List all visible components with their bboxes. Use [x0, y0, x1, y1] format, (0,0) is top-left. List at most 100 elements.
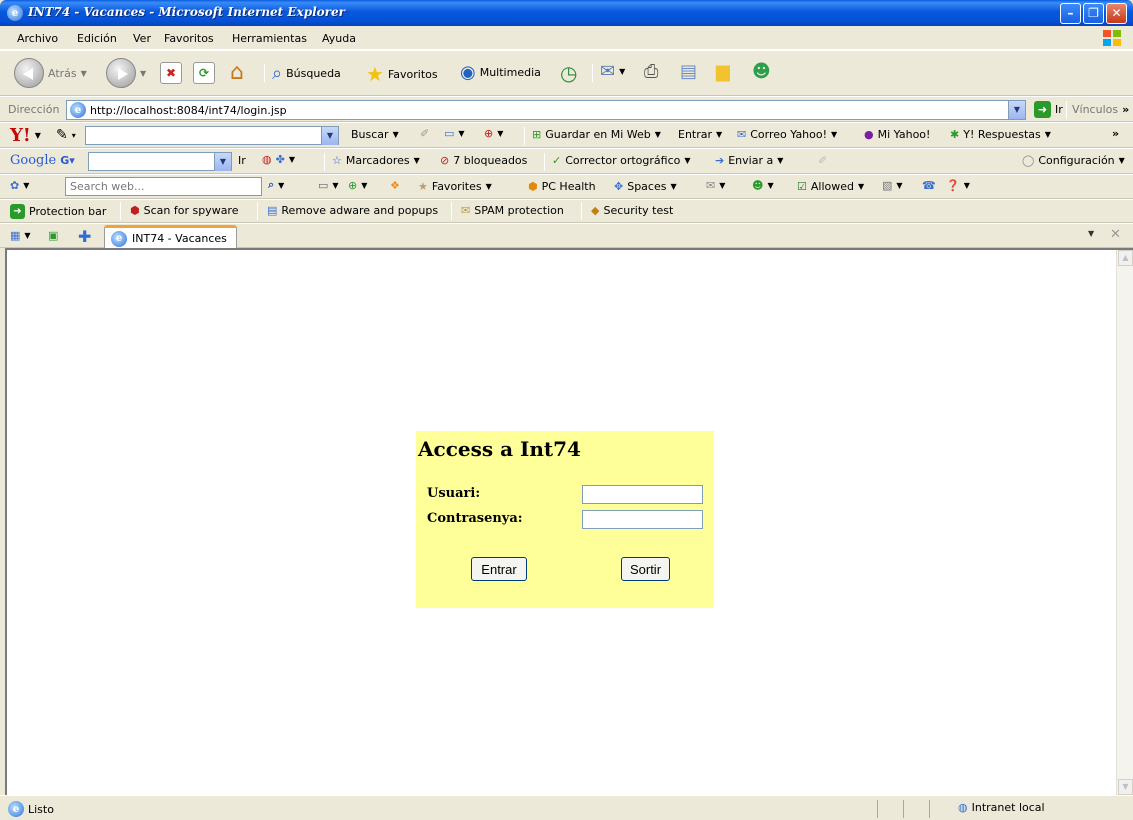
address-url[interactable]: http://localhost:8084/int74/login.jsp — [90, 104, 287, 117]
my-yahoo-button[interactable]: ● Mi Yahoo! — [864, 128, 930, 141]
menu-herramientas[interactable]: Herramientas — [232, 32, 307, 45]
mail-button[interactable]: ✉ ▼ — [600, 61, 625, 82]
close-button[interactable]: ✕ — [1106, 3, 1127, 24]
messenger-button[interactable]: ☻ — [752, 61, 771, 82]
home-button[interactable]: ⌂ — [230, 60, 244, 85]
page-content[interactable]: Access a Int74 Usuari: Contrasenya: Entr… — [5, 248, 1133, 795]
msn-favorites-label: Favorites — [431, 180, 482, 193]
back-button[interactable]: Atrás ▼ — [14, 58, 87, 88]
chevron-down-icon[interactable]: ▼ — [321, 127, 338, 145]
send-to-button[interactable]: ➔ Enviar a ▼ — [715, 154, 783, 167]
discuss-button[interactable]: ▆ — [716, 61, 730, 82]
menu-ver[interactable]: Ver — [133, 32, 151, 45]
close-tab-button[interactable]: ✕ — [1110, 227, 1121, 242]
forward-button[interactable]: ▼ — [106, 58, 146, 88]
refresh-button[interactable]: ⟳ — [193, 62, 215, 84]
help-button[interactable]: ❓ ▼ — [946, 179, 970, 192]
msn-mail-button[interactable]: ✉ ▼ — [706, 179, 725, 192]
settings-button[interactable]: ◯ Configuración ▼ — [1022, 154, 1125, 167]
yahoo-search-button[interactable]: Buscar ▼ — [351, 128, 399, 141]
msn-search-input[interactable]: Search web... — [65, 177, 262, 196]
msn-add-button[interactable]: ⊕ ▼ — [348, 179, 367, 192]
maximize-button[interactable]: ❐ — [1083, 3, 1104, 24]
pencil-button[interactable]: ✎ ▾ — [56, 127, 76, 143]
save-to-my-web-button[interactable]: ⊞ Guardar en Mi Web ▼ — [532, 128, 661, 141]
menu-edicion[interactable]: Edición — [77, 32, 117, 45]
new-tab-button[interactable]: ✚ — [78, 227, 91, 246]
status-cell — [903, 800, 929, 818]
msn-favorites-button[interactable]: ★ Favorites ▼ — [418, 180, 492, 193]
popup-button[interactable]: ▭ ▼ — [444, 127, 465, 140]
chevron-down-icon: ▼ — [392, 130, 399, 139]
scan-spyware-button[interactable]: ⬢ Scan for spyware — [130, 204, 238, 217]
highlight-button[interactable]: ✐ — [420, 127, 429, 140]
minimize-button[interactable]: – — [1060, 3, 1081, 24]
history-button[interactable]: ◷ — [560, 61, 577, 85]
popup-blocker-button[interactable]: ⊘ 7 bloqueados — [440, 154, 527, 167]
scroll-down-icon[interactable]: ▼ — [1118, 779, 1133, 795]
edit-button[interactable]: ▤ — [680, 61, 697, 82]
spam-protection-button[interactable]: ✉ SPAM protection — [461, 204, 564, 217]
menu-ayuda[interactable]: Ayuda — [322, 32, 356, 45]
go-button[interactable]: ➜ Ir — [1034, 101, 1063, 118]
scroll-up-icon[interactable]: ▲ — [1118, 250, 1133, 266]
menu-favoritos[interactable]: Favoritos — [164, 32, 214, 45]
multimedia-button[interactable]: ◉ Multimedia — [460, 62, 541, 83]
tab-menu-button[interactable]: ▼ — [1088, 229, 1094, 238]
title-bar[interactable]: e INT74 - Vacances - Microsoft Internet … — [0, 0, 1133, 26]
chevron-down-icon[interactable]: ▼ — [140, 69, 146, 78]
favorites-label: Favoritos — [387, 67, 438, 81]
msn-menu-button[interactable]: ✿ ▼ — [10, 179, 29, 192]
bookmarks-button[interactable]: ☆ Marcadores ▼ — [332, 154, 420, 167]
address-input[interactable]: e http://localhost:8084/int74/login.jsp … — [66, 100, 1026, 120]
messenger-icon: ☻ — [752, 179, 764, 192]
yahoo-search-input[interactable]: ▼ — [85, 126, 339, 145]
stop-button[interactable]: ✖ — [160, 62, 182, 84]
msn-messenger-button[interactable]: ☻ ▼ — [752, 179, 774, 192]
yahoo-mail-button[interactable]: ✉ Correo Yahoo! ▼ — [737, 128, 837, 141]
yahoo-answers-button[interactable]: ✱ Y! Respuestas ▼ — [950, 128, 1051, 141]
remove-adware-label: Remove adware and popups — [281, 204, 439, 217]
msn-tabs-button[interactable]: ▭ ▼ — [318, 179, 339, 192]
security-zone[interactable]: ◍ Intranet local — [958, 801, 1045, 814]
security-test-button[interactable]: ◆ Security test — [591, 204, 673, 217]
msn-toolbar: ✿ ▼ Search web... ⌕ ▼ ▭ ▼ ⊕ ▼ ❖ ★ Favori… — [0, 174, 1133, 199]
favorites-button[interactable]: ★ Favoritos — [366, 62, 438, 86]
crosshair-button[interactable]: ⊕ ▼ — [484, 127, 503, 140]
allowed-button[interactable]: ☑ Allowed ▼ — [797, 180, 864, 193]
quick-tabs-button[interactable]: ▦ ▼ — [10, 229, 31, 242]
spaces-button[interactable]: ✥ Spaces ▼ — [614, 180, 677, 193]
vertical-scrollbar[interactable]: ▲ ▼ — [1116, 250, 1133, 795]
tab-list-button[interactable]: ▣ — [48, 229, 58, 242]
password-input[interactable] — [582, 510, 703, 529]
links-button[interactable]: Vínculos » — [1072, 103, 1129, 116]
menu-archivo[interactable]: Archivo — [17, 32, 58, 45]
google-icons[interactable]: ◍ ✤ ▼ — [262, 153, 295, 166]
rss-button[interactable]: ▧ ▼ — [882, 179, 903, 192]
print-button[interactable]: ⎙ — [644, 61, 658, 82]
protection-bar-button[interactable]: ➜ Protection bar — [10, 204, 106, 219]
highlight-pen-button[interactable]: ✐ — [818, 154, 827, 167]
chevron-down-icon[interactable]: ▼ — [214, 153, 231, 171]
pc-health-button[interactable]: ⬢ PC Health — [528, 180, 596, 193]
msn-logo-button[interactable]: ❖ — [390, 179, 400, 192]
tab-int74[interactable]: e INT74 - Vacances — [104, 225, 237, 249]
username-input[interactable] — [582, 485, 703, 504]
chevron-down-icon[interactable]: ▼ — [619, 67, 625, 76]
more-chevron-icon[interactable]: » — [1112, 127, 1119, 140]
google-go-button[interactable]: Ir — [238, 154, 246, 167]
yahoo-menu-button[interactable]: Y! ▼ — [10, 125, 41, 146]
login-submit-button[interactable]: Entrar — [471, 557, 527, 581]
remove-adware-button[interactable]: ▤ Remove adware and popups — [267, 204, 438, 217]
chevron-down-icon[interactable]: ▼ — [1008, 101, 1025, 119]
separator — [524, 127, 525, 145]
chevron-down-icon[interactable]: ▼ — [81, 69, 87, 78]
msn-search-button[interactable]: ⌕ ▼ — [268, 178, 284, 192]
google-search-input[interactable]: ▼ — [88, 152, 232, 171]
google-menu-button[interactable]: Google G▾ — [10, 153, 75, 168]
yahoo-enter-button[interactable]: Entrar ▼ — [678, 128, 722, 141]
exit-button[interactable]: Sortir — [621, 557, 670, 581]
search-button[interactable]: ⌕ Búsqueda — [272, 63, 341, 84]
msn-phone-button[interactable]: ☎ — [922, 179, 936, 192]
spellcheck-button[interactable]: ✓ Corrector ortográfico ▼ — [552, 154, 691, 167]
